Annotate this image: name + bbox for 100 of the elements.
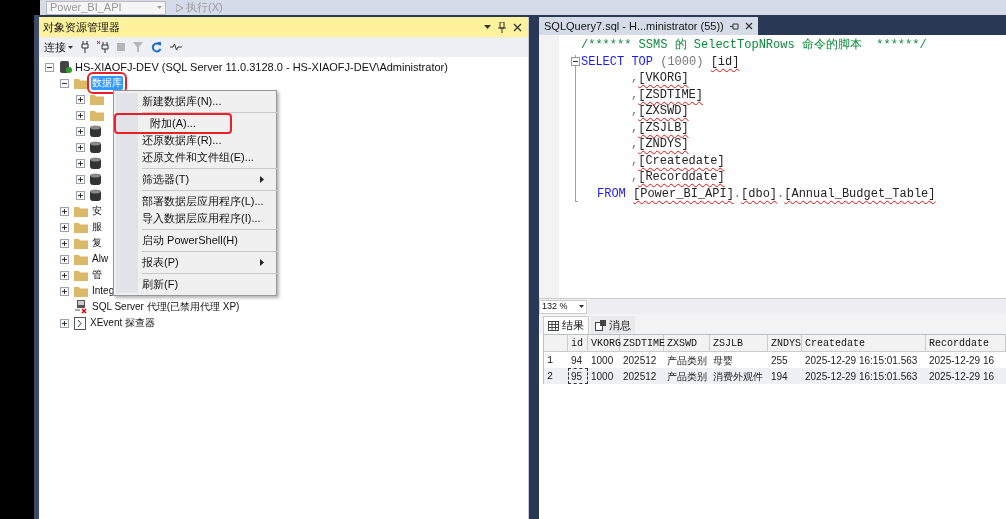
close-icon[interactable] xyxy=(513,22,522,32)
folder-icon xyxy=(74,269,88,281)
connect-button[interactable]: 连接 xyxy=(44,38,73,56)
menu-item[interactable]: 报表(P) xyxy=(116,254,272,271)
code-line: SELECT TOP (1000) [id] xyxy=(581,53,740,70)
code-line: ,[ZNDYS] xyxy=(631,136,689,153)
plug-icon[interactable] xyxy=(81,41,89,53)
expand-icon[interactable] xyxy=(76,110,85,120)
result-tab[interactable]: 消息 xyxy=(591,316,635,334)
menu-item[interactable]: 启动 PowerShell(H) xyxy=(116,232,272,249)
disconnect-icon[interactable] xyxy=(97,41,109,53)
table-cell-text: 产品类别 xyxy=(666,353,708,368)
table-cell-text: 母婴 xyxy=(712,353,734,368)
code-line: ,[ZSJLB] xyxy=(631,119,689,136)
expand-icon[interactable] xyxy=(60,270,69,280)
column-header[interactable]: Recorddate xyxy=(926,335,1006,351)
expand-icon[interactable] xyxy=(60,318,69,328)
tree-item[interactable]: 服 xyxy=(91,220,103,234)
table-cell-text: 2025-12-29 16:15:01.563 xyxy=(804,369,919,384)
table-cell-text: 202512 xyxy=(622,353,658,368)
menu-item[interactable]: 附加(A)... xyxy=(116,115,230,132)
zoom-dropdown[interactable]: 132 % xyxy=(539,299,587,314)
expand-icon[interactable] xyxy=(60,254,69,264)
column-header[interactable]: ZXSWD xyxy=(664,335,710,351)
close-icon[interactable] xyxy=(744,22,753,30)
table-cell-text: 2025-12-29 16 xyxy=(928,353,996,368)
database-icon xyxy=(90,156,101,170)
tree-item[interactable]: Alw xyxy=(91,252,110,266)
agent-icon xyxy=(74,300,88,314)
document-tab[interactable]: SQLQuery7.sql - H...ministrator (55)) xyxy=(539,17,758,35)
caret-icon xyxy=(579,305,584,308)
pin-icon[interactable] xyxy=(498,21,506,33)
submenu-arrow-icon xyxy=(259,176,264,183)
folder-icon xyxy=(74,221,88,233)
collapse-icon[interactable] xyxy=(45,62,54,72)
tree-item[interactable]: SQL Server 代理(已禁用代理 XP) xyxy=(91,300,241,314)
pin-icon[interactable] xyxy=(729,22,739,30)
column-header[interactable]: id xyxy=(568,335,588,351)
expand-icon[interactable] xyxy=(60,206,69,216)
server-node[interactable]: HS-XIAOFJ-DEV (SQL Server 11.0.3128.0 - HS-XIAOFJ-DEV\Administrator) xyxy=(75,58,448,76)
table-cell-text: 2025-12-29 16:15:01.563 xyxy=(804,353,919,368)
expand-icon[interactable] xyxy=(76,158,85,168)
tree-item[interactable]: 安 xyxy=(91,204,103,218)
activity-icon[interactable] xyxy=(170,43,182,51)
caret-icon xyxy=(68,45,73,49)
column-header[interactable]: ZSDTIME xyxy=(620,335,664,351)
menu-item[interactable]: 还原文件和文件组(E)... xyxy=(116,149,272,166)
expand-icon[interactable] xyxy=(76,142,85,152)
table-cell-text: 194 xyxy=(770,369,789,384)
menu-item[interactable]: 新建数据库(N)... xyxy=(116,93,272,110)
folder-icon xyxy=(90,93,104,105)
tree-item[interactable]: 管 xyxy=(91,268,103,282)
refresh-icon[interactable] xyxy=(151,41,162,53)
expand-icon[interactable] xyxy=(60,222,69,232)
panel-title: 对象资源管理器 xyxy=(43,19,120,35)
menu-item[interactable]: 还原数据库(R)... xyxy=(116,132,272,149)
column-header[interactable]: VKORG xyxy=(588,335,620,351)
expand-icon[interactable] xyxy=(76,126,85,136)
database-icon xyxy=(90,172,101,186)
code-line: ,[VKORG] xyxy=(631,70,689,87)
table-cell: 95 xyxy=(568,368,588,384)
code-line: FROM [Power_BI_API].[dbo].[Annual_Budget_Table] xyxy=(597,185,936,202)
menu-item[interactable]: 导入数据层应用程序(I)... xyxy=(116,210,272,227)
server-icon xyxy=(59,60,72,74)
menu-item[interactable]: 部署数据层应用程序(L)... xyxy=(116,193,272,210)
code-line: ,[Createdate] xyxy=(631,152,725,169)
column-header[interactable]: ZNDYS xyxy=(768,335,802,351)
table-cell-text: 消费外观件 xyxy=(712,369,764,384)
column-header[interactable]: ZSJLB xyxy=(710,335,768,351)
tree-item[interactable]: XEvent 探查器 xyxy=(89,316,157,330)
collapse-icon[interactable] xyxy=(60,78,69,88)
tree-item[interactable]: 复 xyxy=(91,236,103,250)
play-icon xyxy=(176,3,183,12)
row-number: 2 xyxy=(546,369,554,384)
column-header[interactable]: Createdate xyxy=(802,335,926,351)
expand-icon[interactable] xyxy=(76,190,85,200)
folder-icon xyxy=(74,253,88,265)
xevent-icon xyxy=(74,316,86,330)
expand-icon[interactable] xyxy=(60,238,69,248)
menu-item[interactable]: 筛选器(T) xyxy=(116,171,272,188)
database-icon xyxy=(90,188,101,202)
code-line: ,[ZSDTIME] xyxy=(631,86,703,103)
menu-item[interactable]: 刷新(F) xyxy=(116,276,272,293)
result-tab[interactable]: 结果 xyxy=(543,316,589,334)
dropdown-icon[interactable] xyxy=(484,25,491,29)
table-cell-text: 202512 xyxy=(622,369,658,384)
expand-icon[interactable] xyxy=(60,286,69,296)
table-cell-text: 1000 xyxy=(590,353,615,368)
table-cell-text: 1000 xyxy=(590,369,615,384)
folder-icon xyxy=(90,109,104,121)
expand-icon[interactable] xyxy=(76,94,85,104)
code-line: ,[Recorddate] xyxy=(631,169,725,186)
database-icon xyxy=(90,124,101,138)
row-number: 1 xyxy=(546,353,554,368)
folder-icon xyxy=(74,205,88,217)
folder-icon xyxy=(74,77,88,89)
expand-icon[interactable] xyxy=(76,174,85,184)
collapse-icon[interactable] xyxy=(571,57,580,66)
caret-icon xyxy=(157,6,162,9)
grid-icon xyxy=(548,320,559,331)
